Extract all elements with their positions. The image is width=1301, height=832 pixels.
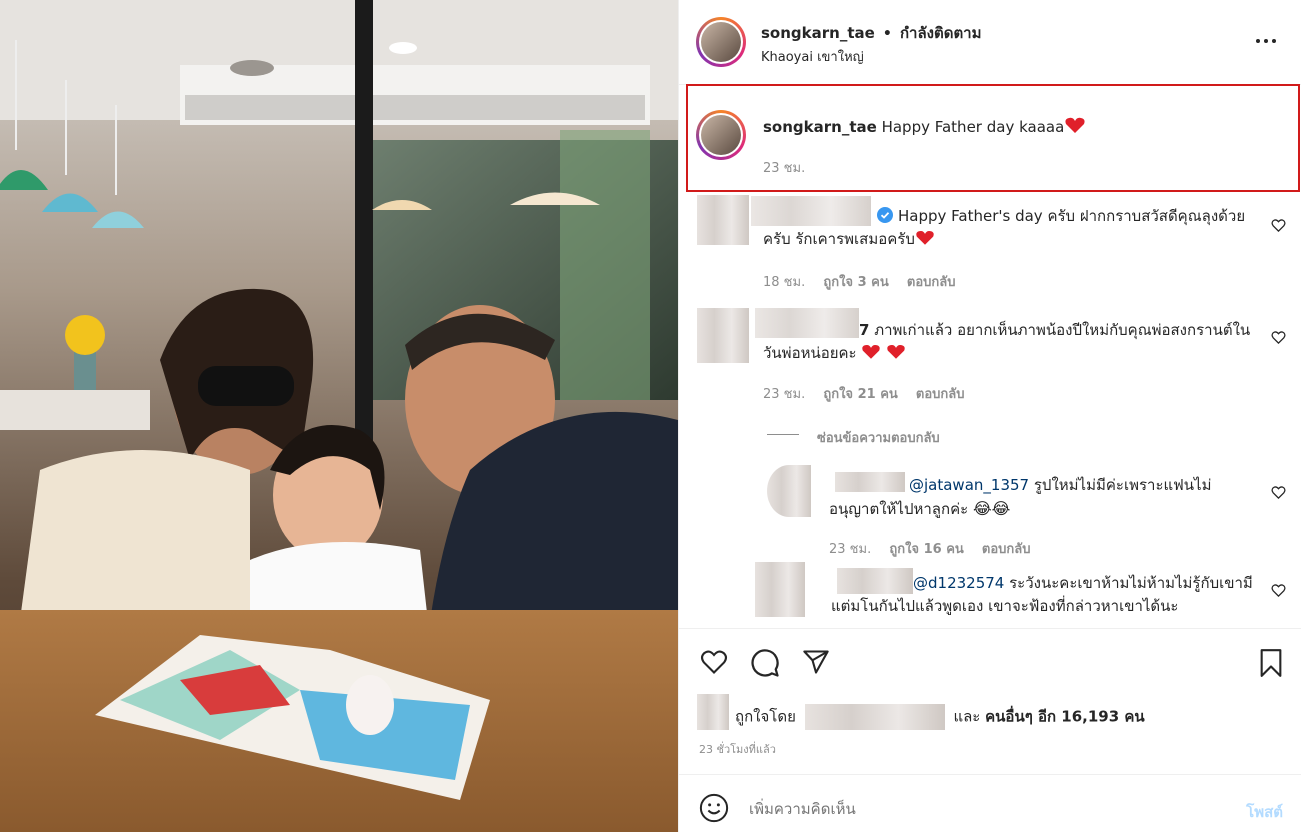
avatar[interactable] — [696, 17, 746, 67]
comment-text: Happy Father's day ครับ ฝากกราบสวัสดีคุณ… — [763, 207, 1246, 248]
comment-username-suffix[interactable]: 7 — [859, 321, 869, 339]
heart-icon[interactable] — [1271, 485, 1286, 500]
post-photo[interactable] — [0, 0, 678, 832]
post-username[interactable]: songkarn_tae — [761, 24, 875, 42]
mention-link[interactable]: @jatawan_1357 — [909, 476, 1029, 494]
caption-avatar[interactable] — [696, 110, 746, 160]
comment-avatar[interactable] — [755, 562, 805, 617]
caption-text: Happy Father day kaaaa — [881, 118, 1065, 136]
heart-emoji-icon — [862, 344, 881, 359]
comment-input[interactable] — [749, 796, 1169, 822]
post-comment-button[interactable]: โพสต์ — [1246, 800, 1283, 824]
more-options-icon[interactable] — [1254, 31, 1278, 51]
heart-icon[interactable] — [1271, 218, 1286, 233]
comment-text: ภาพเก่าแล้ว อยากเห็นภาพน้องปีใหม่กับคุณพ… — [763, 321, 1251, 362]
post-location[interactable]: Khaoyai เขาใหญ่ — [761, 46, 864, 67]
liker-avatar[interactable] — [697, 694, 729, 730]
heart-icon[interactable] — [699, 648, 729, 676]
comment-likes[interactable]: ถูกใจ 3 คน — [823, 275, 888, 290]
comment-likes[interactable]: ถูกใจ 21 คน — [823, 387, 897, 402]
emoji-icon[interactable] — [699, 793, 729, 823]
likes-others[interactable]: คนอื่นๆ อีก 16,193 คน — [985, 708, 1145, 726]
comment-icon[interactable] — [750, 648, 780, 678]
post-side-panel: songkarn_tae • กำลังติดตาม Khaoyai เขาให… — [678, 0, 1301, 832]
comment-avatar[interactable] — [697, 195, 749, 245]
comment-likes[interactable]: ถูกใจ 16 คน — [889, 542, 963, 557]
follow-status[interactable]: กำลังติดตาม — [900, 24, 982, 42]
comment-text: ระวังนะคะเขาห้ามไม่ห้ามไม่รู้กับเขามีแต่… — [831, 574, 1253, 615]
hide-replies-button[interactable]: ซ่อนข้อความตอบกลับ — [817, 427, 940, 448]
heart-icon[interactable] — [1271, 583, 1286, 598]
heart-icon[interactable] — [1271, 330, 1286, 345]
reply-button[interactable]: ตอบกลับ — [982, 542, 1031, 557]
heart-emoji-icon — [916, 230, 934, 245]
bookmark-icon[interactable] — [1257, 647, 1285, 679]
post-header: songkarn_tae • กำลังติดตาม Khaoyai เขาให… — [679, 0, 1301, 84]
divider — [767, 434, 799, 435]
caption-time: 23 ชม. — [763, 161, 806, 176]
comment-avatar[interactable] — [767, 465, 811, 517]
reply-button[interactable]: ตอบกลับ — [907, 275, 956, 290]
separator-dot: • — [882, 26, 892, 42]
share-icon[interactable] — [801, 648, 831, 676]
comment-avatar[interactable] — [697, 308, 749, 363]
mention-link[interactable]: @d1232574 — [913, 574, 1004, 592]
laughing-emoji-icon: 😂😂 — [972, 499, 1011, 518]
comment-time: 23 ชม. — [763, 387, 806, 402]
likes-prefix: ถูกใจโดย — [735, 707, 796, 726]
comment-time: 18 ชม. — [763, 275, 806, 290]
heart-emoji-icon — [1065, 117, 1085, 133]
comment-time: 23 ชม. — [829, 542, 872, 557]
caption-username[interactable]: songkarn_tae — [763, 118, 877, 136]
post-timestamp[interactable]: 23 ชั่วโมงที่แล้ว — [699, 740, 776, 758]
post-image — [0, 0, 678, 832]
reply-button[interactable]: ตอบกลับ — [916, 387, 965, 402]
blurred-liker-name[interactable] — [804, 704, 945, 730]
likes-conjunction: และ — [953, 707, 981, 726]
heart-emoji-icon — [887, 344, 905, 359]
